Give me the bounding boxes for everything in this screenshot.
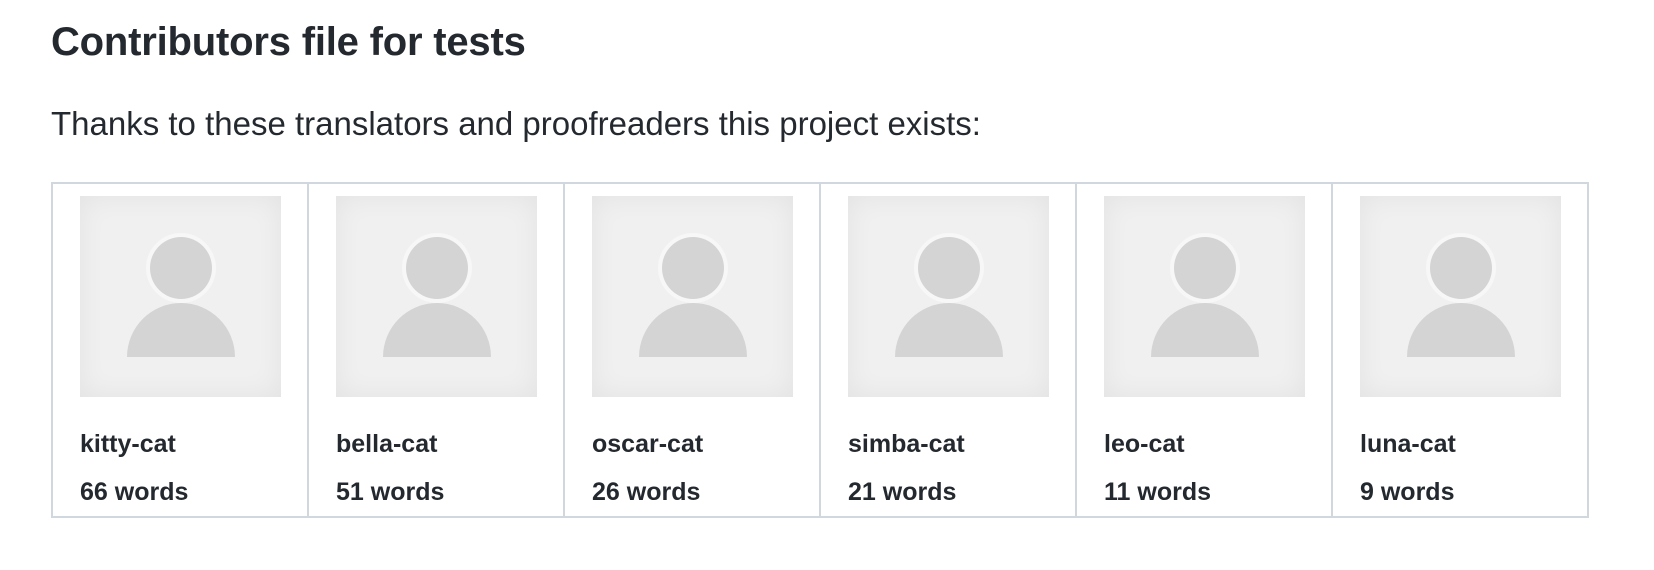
default-user-icon bbox=[592, 196, 793, 397]
default-user-icon bbox=[80, 196, 281, 397]
contributors-row: kitty-cat 66 words bella-cat 51 words os… bbox=[51, 182, 1589, 518]
contributor-name: luna-cat bbox=[1360, 430, 1456, 458]
contributor-name: leo-cat bbox=[1104, 430, 1185, 458]
page-title: Contributors file for tests bbox=[51, 20, 526, 64]
contributor-word-count: 51 words bbox=[336, 478, 445, 506]
contributor-cell: leo-cat 11 words bbox=[1075, 182, 1333, 518]
contributor-cell: luna-cat 9 words bbox=[1331, 182, 1589, 518]
default-user-icon bbox=[1104, 196, 1305, 397]
contributor-name: kitty-cat bbox=[80, 430, 176, 458]
contributor-name: oscar-cat bbox=[592, 430, 704, 458]
contributor-cell: simba-cat 21 words bbox=[819, 182, 1077, 518]
contributor-name: simba-cat bbox=[848, 430, 965, 458]
contributors-table: kitty-cat 66 words bella-cat 51 words os… bbox=[51, 182, 1589, 518]
contributor-word-count: 21 words bbox=[848, 478, 957, 506]
contributor-cell: oscar-cat 26 words bbox=[563, 182, 821, 518]
contributor-cell: kitty-cat 66 words bbox=[51, 182, 309, 518]
contributor-word-count: 9 words bbox=[1360, 478, 1455, 506]
contributor-word-count: 11 words bbox=[1104, 478, 1211, 506]
contributor-name: bella-cat bbox=[336, 430, 438, 458]
contributor-word-count: 66 words bbox=[80, 478, 189, 506]
intro-text: Thanks to these translators and proofrea… bbox=[51, 105, 981, 142]
default-user-icon bbox=[1360, 196, 1561, 397]
contributor-cell: bella-cat 51 words bbox=[307, 182, 565, 518]
contributor-word-count: 26 words bbox=[592, 478, 701, 506]
default-user-icon bbox=[336, 196, 537, 397]
default-user-icon bbox=[848, 196, 1049, 397]
